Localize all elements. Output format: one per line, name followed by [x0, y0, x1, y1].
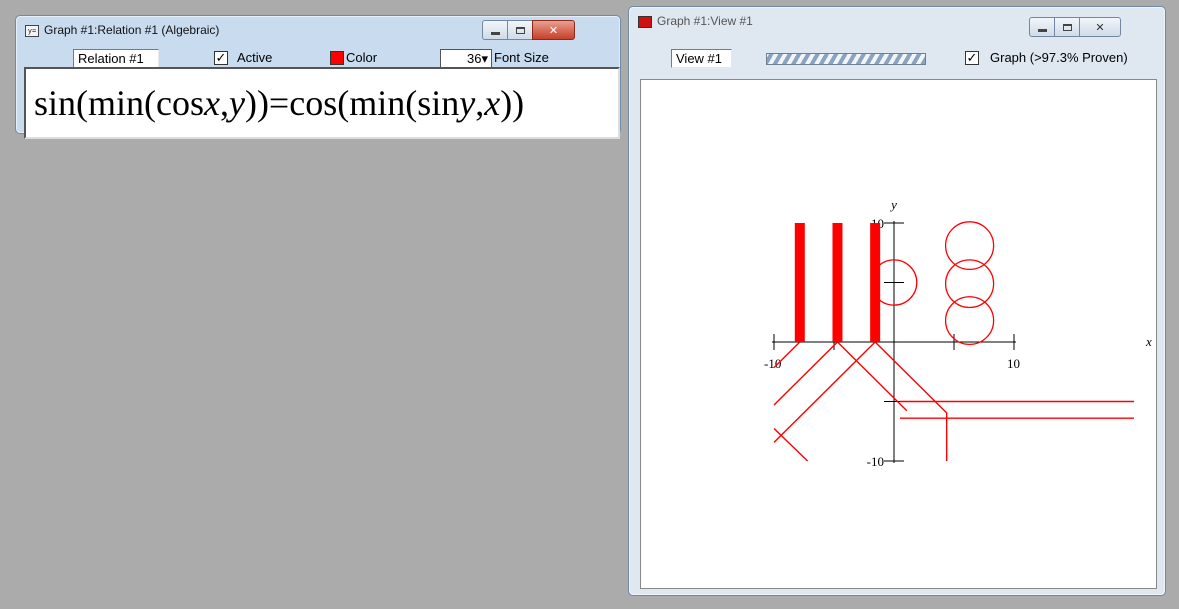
view-window-titlebar[interactable]: Graph #1:View #1 ✕ — [629, 7, 1165, 37]
graph-view-icon — [638, 16, 652, 28]
formula-part: , — [219, 83, 229, 123]
relation-window: y= Graph #1:Relation #1 (Algebraic) ✕ Re… — [15, 15, 621, 139]
formula-part: ))=cos(min(sin — [244, 83, 460, 123]
formula-var: x — [203, 83, 220, 123]
proof-progress-bar — [766, 53, 926, 65]
minimize-icon — [490, 31, 500, 35]
relation-curve-line — [773, 341, 801, 369]
close-button[interactable]: ✕ — [1079, 17, 1121, 37]
graph-label: Graph (>97.3% Proven) — [990, 50, 1128, 65]
graph-plot: xy-101010-10 — [764, 197, 1152, 469]
formula-part: sin(min(cos — [34, 83, 204, 123]
relation-curve-line — [773, 428, 809, 462]
x-axis-label: x — [1145, 334, 1152, 349]
relation-curve-circle — [944, 259, 995, 309]
relation-name-field[interactable]: Relation #1 — [73, 49, 159, 68]
maximize-button[interactable] — [507, 20, 533, 40]
relation-curve-circle — [944, 296, 995, 346]
relation-window-titlebar[interactable]: y= Graph #1:Relation #1 (Algebraic) ✕ — [16, 16, 620, 46]
formula-editor[interactable]: sin(min(cosx,y))=cos(min(siny,x)) — [24, 67, 620, 139]
view-name-field[interactable]: View #1 — [671, 49, 732, 68]
view-window-title: Graph #1:View #1 — [657, 14, 753, 28]
dropdown-arrow-icon: ▾ — [481, 51, 488, 66]
relation-curve-band — [794, 223, 805, 342]
close-icon: ✕ — [548, 23, 559, 37]
active-checkbox[interactable]: ✓ — [214, 51, 228, 65]
maximize-icon — [1062, 23, 1072, 31]
minimize-button[interactable] — [1029, 17, 1055, 37]
font-size-selector[interactable]: 36▾ — [440, 49, 492, 68]
font-size-label: Font Size — [494, 50, 549, 65]
formula-var: y — [459, 83, 476, 123]
formula-part: , — [475, 83, 485, 123]
minimize-button[interactable] — [482, 20, 508, 40]
maximize-icon — [515, 26, 525, 34]
maximize-button[interactable] — [1054, 17, 1080, 37]
formula-part: )) — [500, 83, 525, 123]
relation-curve-line — [773, 341, 876, 443]
font-size-value: 36 — [467, 51, 482, 66]
color-swatch[interactable] — [330, 51, 344, 65]
view-window: Graph #1:View #1 ✕ View #1 ✓ Graph (>97.… — [628, 6, 1166, 596]
close-icon: ✕ — [1095, 20, 1105, 34]
graph-canvas[interactable]: xy-101010-10 — [640, 79, 1157, 589]
color-label: Color — [346, 50, 378, 65]
formula-var: x — [484, 83, 501, 123]
minimize-icon — [1037, 28, 1047, 32]
close-button[interactable]: ✕ — [532, 20, 575, 40]
relation-curve-circle — [944, 221, 995, 271]
x-tick-label: 10 — [1007, 356, 1020, 371]
relation-window-title: Graph #1:Relation #1 (Algebraic) — [44, 23, 220, 37]
relation-curve-line — [773, 341, 838, 406]
y-tick-label: -10 — [867, 454, 884, 469]
formula-var: y — [228, 83, 245, 123]
graph-checkbox[interactable]: ✓ — [965, 51, 979, 65]
y-axis-label: y — [889, 197, 897, 212]
relation-icon: y= — [25, 25, 39, 37]
active-label: Active — [237, 50, 273, 65]
relation-curve-line — [836, 341, 908, 412]
relation-curve-band — [832, 223, 843, 342]
